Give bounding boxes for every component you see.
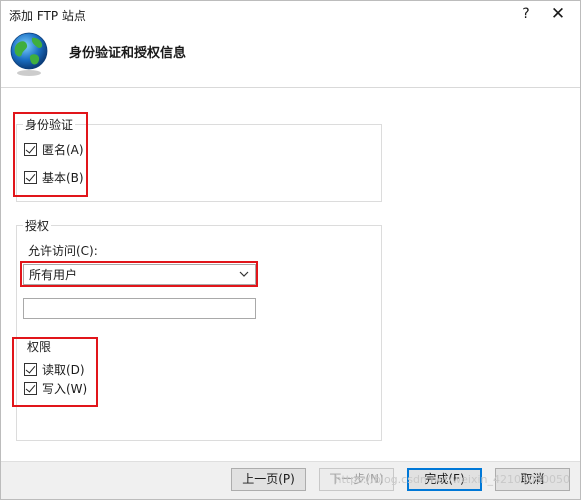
chevron-down-icon: [239, 271, 249, 277]
authentication-group: [16, 124, 382, 202]
window-title: 添加 FTP 站点: [9, 9, 86, 23]
basic-checkbox-row[interactable]: 基本(B): [24, 169, 84, 186]
help-button[interactable]: ?: [516, 3, 536, 25]
page-heading: 身份验证和授权信息: [69, 46, 187, 61]
anonymous-checkbox-row[interactable]: 匿名(A): [24, 141, 84, 158]
title-bar: 添加 FTP 站点 ? ✕: [1, 1, 580, 28]
write-label: 写入(W): [42, 382, 88, 396]
globe-icon: [10, 32, 48, 76]
finish-button[interactable]: 完成(F): [407, 468, 482, 491]
permissions-legend: 权限: [25, 338, 54, 355]
previous-button[interactable]: 上一页(P): [231, 468, 306, 491]
allow-access-label: 允许访问(C):: [28, 244, 98, 258]
read-label: 读取(D): [42, 363, 85, 377]
dialog-window: 添加 FTP 站点 ? ✕ 身份验证和授权信息 身份验证 匿名(A) 基本(B)…: [0, 0, 581, 500]
write-checkbox-row[interactable]: 写入(W): [24, 380, 87, 397]
read-checkbox[interactable]: [24, 363, 37, 376]
allow-access-select[interactable]: 所有用户: [23, 264, 256, 285]
anonymous-label: 匿名(A): [42, 143, 84, 157]
cancel-button[interactable]: 取消: [495, 468, 570, 491]
allow-access-value: 所有用户: [29, 268, 78, 282]
content-area: 身份验证 匿名(A) 基本(B) 授权 允许访问(C): 所有用户 权限 读取(…: [1, 89, 580, 461]
authorization-legend: 授权: [23, 217, 52, 234]
page-header: 身份验证和授权信息: [1, 28, 580, 88]
write-checkbox[interactable]: [24, 382, 37, 395]
next-button[interactable]: 下一步(N): [319, 468, 394, 491]
users-input[interactable]: [23, 298, 256, 319]
basic-label: 基本(B): [42, 171, 84, 185]
button-bar: 上一页(P) 下一步(N) 完成(F) 取消: [1, 461, 580, 499]
basic-checkbox[interactable]: [24, 171, 37, 184]
read-checkbox-row[interactable]: 读取(D): [24, 361, 85, 378]
close-button[interactable]: ✕: [546, 3, 570, 25]
authentication-legend: 身份验证: [23, 116, 76, 133]
anonymous-checkbox[interactable]: [24, 143, 37, 156]
